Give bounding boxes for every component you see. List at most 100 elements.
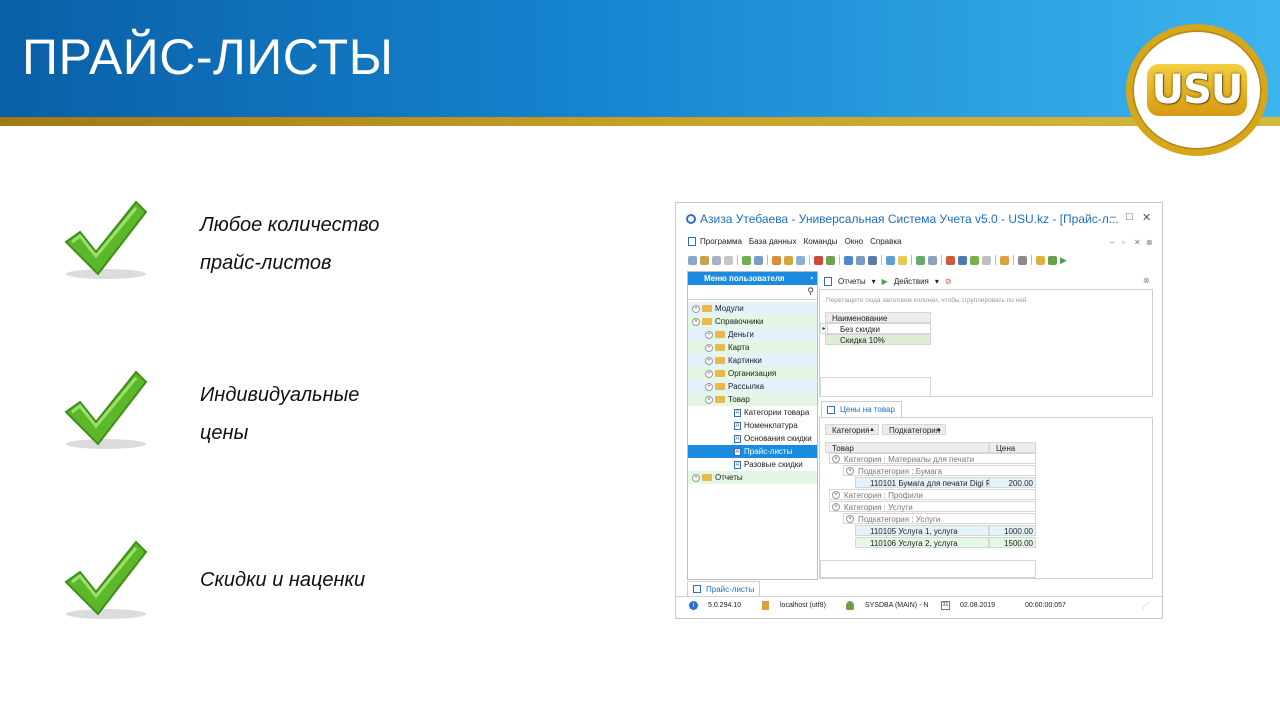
table-row[interactable]: + Категория : Профили: [825, 489, 1036, 501]
toolbar-icon[interactable]: [1048, 255, 1057, 265]
tree-item[interactable]: A Категории товара: [688, 406, 817, 419]
tab-pricelists[interactable]: Прайс-листы: [687, 581, 761, 596]
resize-grip-icon[interactable]: ⋰: [1142, 602, 1149, 610]
toolbar-icon[interactable]: [844, 255, 853, 265]
toolbar-icon[interactable]: [742, 255, 751, 265]
mdi-extra-icon[interactable]: ⊗: [1146, 238, 1153, 247]
stop-icon[interactable]: ⊘: [945, 277, 952, 286]
column-header-name[interactable]: Наименование: [825, 312, 931, 323]
search-icon[interactable]: [754, 255, 763, 265]
menu-program[interactable]: Программа: [700, 237, 742, 251]
search-icon[interactable]: ⚲: [807, 286, 814, 297]
expand-icon[interactable]: +: [692, 304, 700, 313]
price-cell[interactable]: 1000.00: [989, 525, 1036, 536]
tree-item[interactable]: + Отчеты: [688, 471, 817, 484]
mdi-restore-icon[interactable]: ▫: [1122, 238, 1125, 247]
toolbar-icon[interactable]: [946, 255, 955, 265]
reports-button[interactable]: Отчеты: [838, 277, 866, 286]
usu-logo: USU: [1126, 24, 1268, 156]
toolbar-icon[interactable]: [898, 255, 907, 265]
actions-button[interactable]: Действия: [894, 277, 929, 286]
mdi-minimize-icon[interactable]: –: [1110, 238, 1114, 247]
price-cell[interactable]: 1500.00: [989, 537, 1036, 548]
tree-item[interactable]: + Организация: [688, 367, 817, 380]
tree-item[interactable]: × Справочники: [688, 315, 817, 328]
table-row[interactable]: × Категория : Услуги: [825, 501, 1036, 513]
menu-help[interactable]: Справка: [870, 237, 901, 251]
minimize-icon[interactable]: –: [1110, 211, 1116, 223]
expand-icon[interactable]: +: [832, 491, 840, 499]
play-icon[interactable]: ▶: [1060, 255, 1069, 265]
group-chip-category[interactable]: Категория ▲: [825, 424, 879, 435]
menu-search-input[interactable]: ⚲: [688, 285, 817, 300]
toolbar-icon[interactable]: [796, 255, 805, 265]
toolbar-icon[interactable]: [814, 255, 823, 265]
menu-window[interactable]: Окно: [844, 237, 863, 251]
table-row[interactable]: × Подкатегория : Бумага: [825, 465, 1036, 477]
menu-database[interactable]: База данных: [749, 237, 797, 251]
toolbar-icon[interactable]: [928, 255, 937, 265]
table-row[interactable]: 110101 Бумага для печати Digi Fort, кг 20…: [825, 477, 1036, 489]
collapse-icon[interactable]: ×: [705, 395, 713, 404]
chevron-down-icon[interactable]: ▾: [935, 277, 939, 286]
close-form-icon[interactable]: ⊗: [1143, 276, 1150, 285]
table-row[interactable]: Скидка 10%: [825, 334, 931, 345]
toolbar-icon[interactable]: [856, 255, 865, 265]
toolbar-icon[interactable]: [712, 255, 721, 265]
collapse-icon[interactable]: ×: [832, 503, 840, 511]
tab-prices[interactable]: Цены на товар: [821, 401, 902, 417]
maximize-icon[interactable]: □: [1126, 211, 1133, 223]
close-icon[interactable]: ✕: [1142, 211, 1151, 224]
gear-icon[interactable]: [1018, 255, 1027, 265]
price-cell[interactable]: 200.00: [989, 477, 1036, 488]
tree-item[interactable]: + Модули: [688, 302, 817, 315]
expand-icon[interactable]: +: [692, 473, 700, 482]
tree-item[interactable]: + Деньги: [688, 328, 817, 341]
tree-item[interactable]: A Прайс-листы: [688, 445, 817, 458]
pin-icon[interactable]: ▪: [811, 272, 813, 285]
table-row[interactable]: × Подкатегория : Услуги: [825, 513, 1036, 525]
tree-item[interactable]: A Основания скидки: [688, 432, 817, 445]
table-row[interactable]: Без скидки: [825, 323, 931, 334]
toolbar-icon[interactable]: [970, 255, 979, 265]
expand-icon[interactable]: +: [705, 369, 713, 378]
toolbar-icon[interactable]: [886, 255, 895, 265]
collapse-icon[interactable]: ×: [846, 467, 854, 475]
toolbar-icon[interactable]: [958, 255, 967, 265]
menu-commands[interactable]: Команды: [804, 237, 838, 251]
toolbar-icon[interactable]: [916, 255, 925, 265]
tree-item-label: Категории товара: [744, 408, 810, 417]
tree-item[interactable]: + Рассылка: [688, 380, 817, 393]
toolbar-icon[interactable]: [1036, 255, 1045, 265]
tree-item[interactable]: × Товар: [688, 393, 817, 406]
toolbar-icon[interactable]: [982, 255, 991, 265]
toolbar-icon[interactable]: [868, 255, 877, 265]
chevron-down-icon[interactable]: ▾: [872, 277, 876, 286]
toolbar-icon[interactable]: [784, 255, 793, 265]
toolbar-icon[interactable]: [700, 255, 709, 265]
tree-item[interactable]: + Картинки: [688, 354, 817, 367]
toolbar-icon[interactable]: [772, 255, 781, 265]
toolbar-separator: [911, 255, 912, 265]
toolbar-icon[interactable]: [724, 255, 733, 265]
tree-item[interactable]: A Разовые скидки: [688, 458, 817, 471]
mdi-close-icon[interactable]: ✕: [1134, 238, 1141, 247]
toolbar-icon[interactable]: [826, 255, 835, 265]
collapse-icon[interactable]: ×: [846, 515, 854, 523]
table-row[interactable]: × Категория : Материалы для печати: [825, 453, 1036, 465]
table-row[interactable]: 110105 Услуга 1, услуга 1000.00: [825, 525, 1036, 537]
expand-icon[interactable]: +: [705, 343, 713, 352]
expand-icon[interactable]: +: [705, 330, 713, 339]
expand-icon[interactable]: +: [705, 356, 713, 365]
column-header-price[interactable]: Цена: [989, 442, 1036, 453]
group-chip-subcategory[interactable]: Подкатегория ▲: [882, 424, 946, 435]
collapse-icon[interactable]: ×: [832, 455, 840, 463]
toolbar-icon[interactable]: [1000, 255, 1009, 265]
collapse-icon[interactable]: ×: [692, 317, 700, 326]
tree-item[interactable]: + Карта: [688, 341, 817, 354]
expand-icon[interactable]: +: [705, 382, 713, 391]
table-row[interactable]: 110106 Услуга 2, услуга 1500.00: [825, 537, 1036, 549]
column-header-product[interactable]: Товар: [825, 442, 989, 453]
toolbar-icon[interactable]: [688, 255, 697, 265]
tree-item[interactable]: A Номенклатура: [688, 419, 817, 432]
